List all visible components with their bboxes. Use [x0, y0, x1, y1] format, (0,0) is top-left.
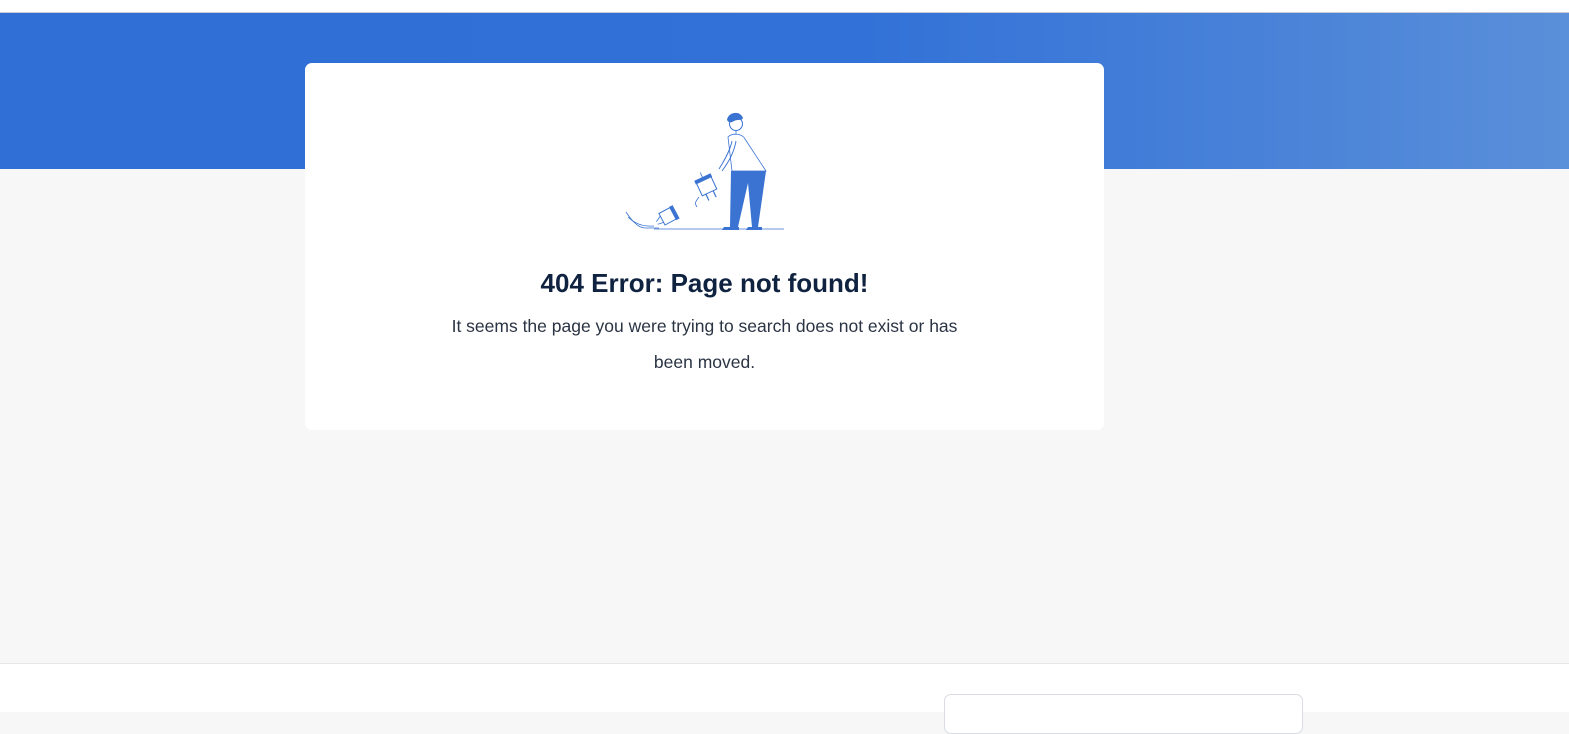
footer [0, 663, 1569, 734]
error-card: 404 Error: Page not found! It seems the … [305, 63, 1104, 430]
footer-input-box[interactable] [944, 694, 1303, 734]
unplugged-cable-person-icon [625, 112, 784, 230]
error-title: 404 Error: Page not found! [540, 268, 869, 298]
error-message: It seems the page you were trying to sea… [451, 316, 958, 372]
top-bar [0, 0, 1569, 13]
